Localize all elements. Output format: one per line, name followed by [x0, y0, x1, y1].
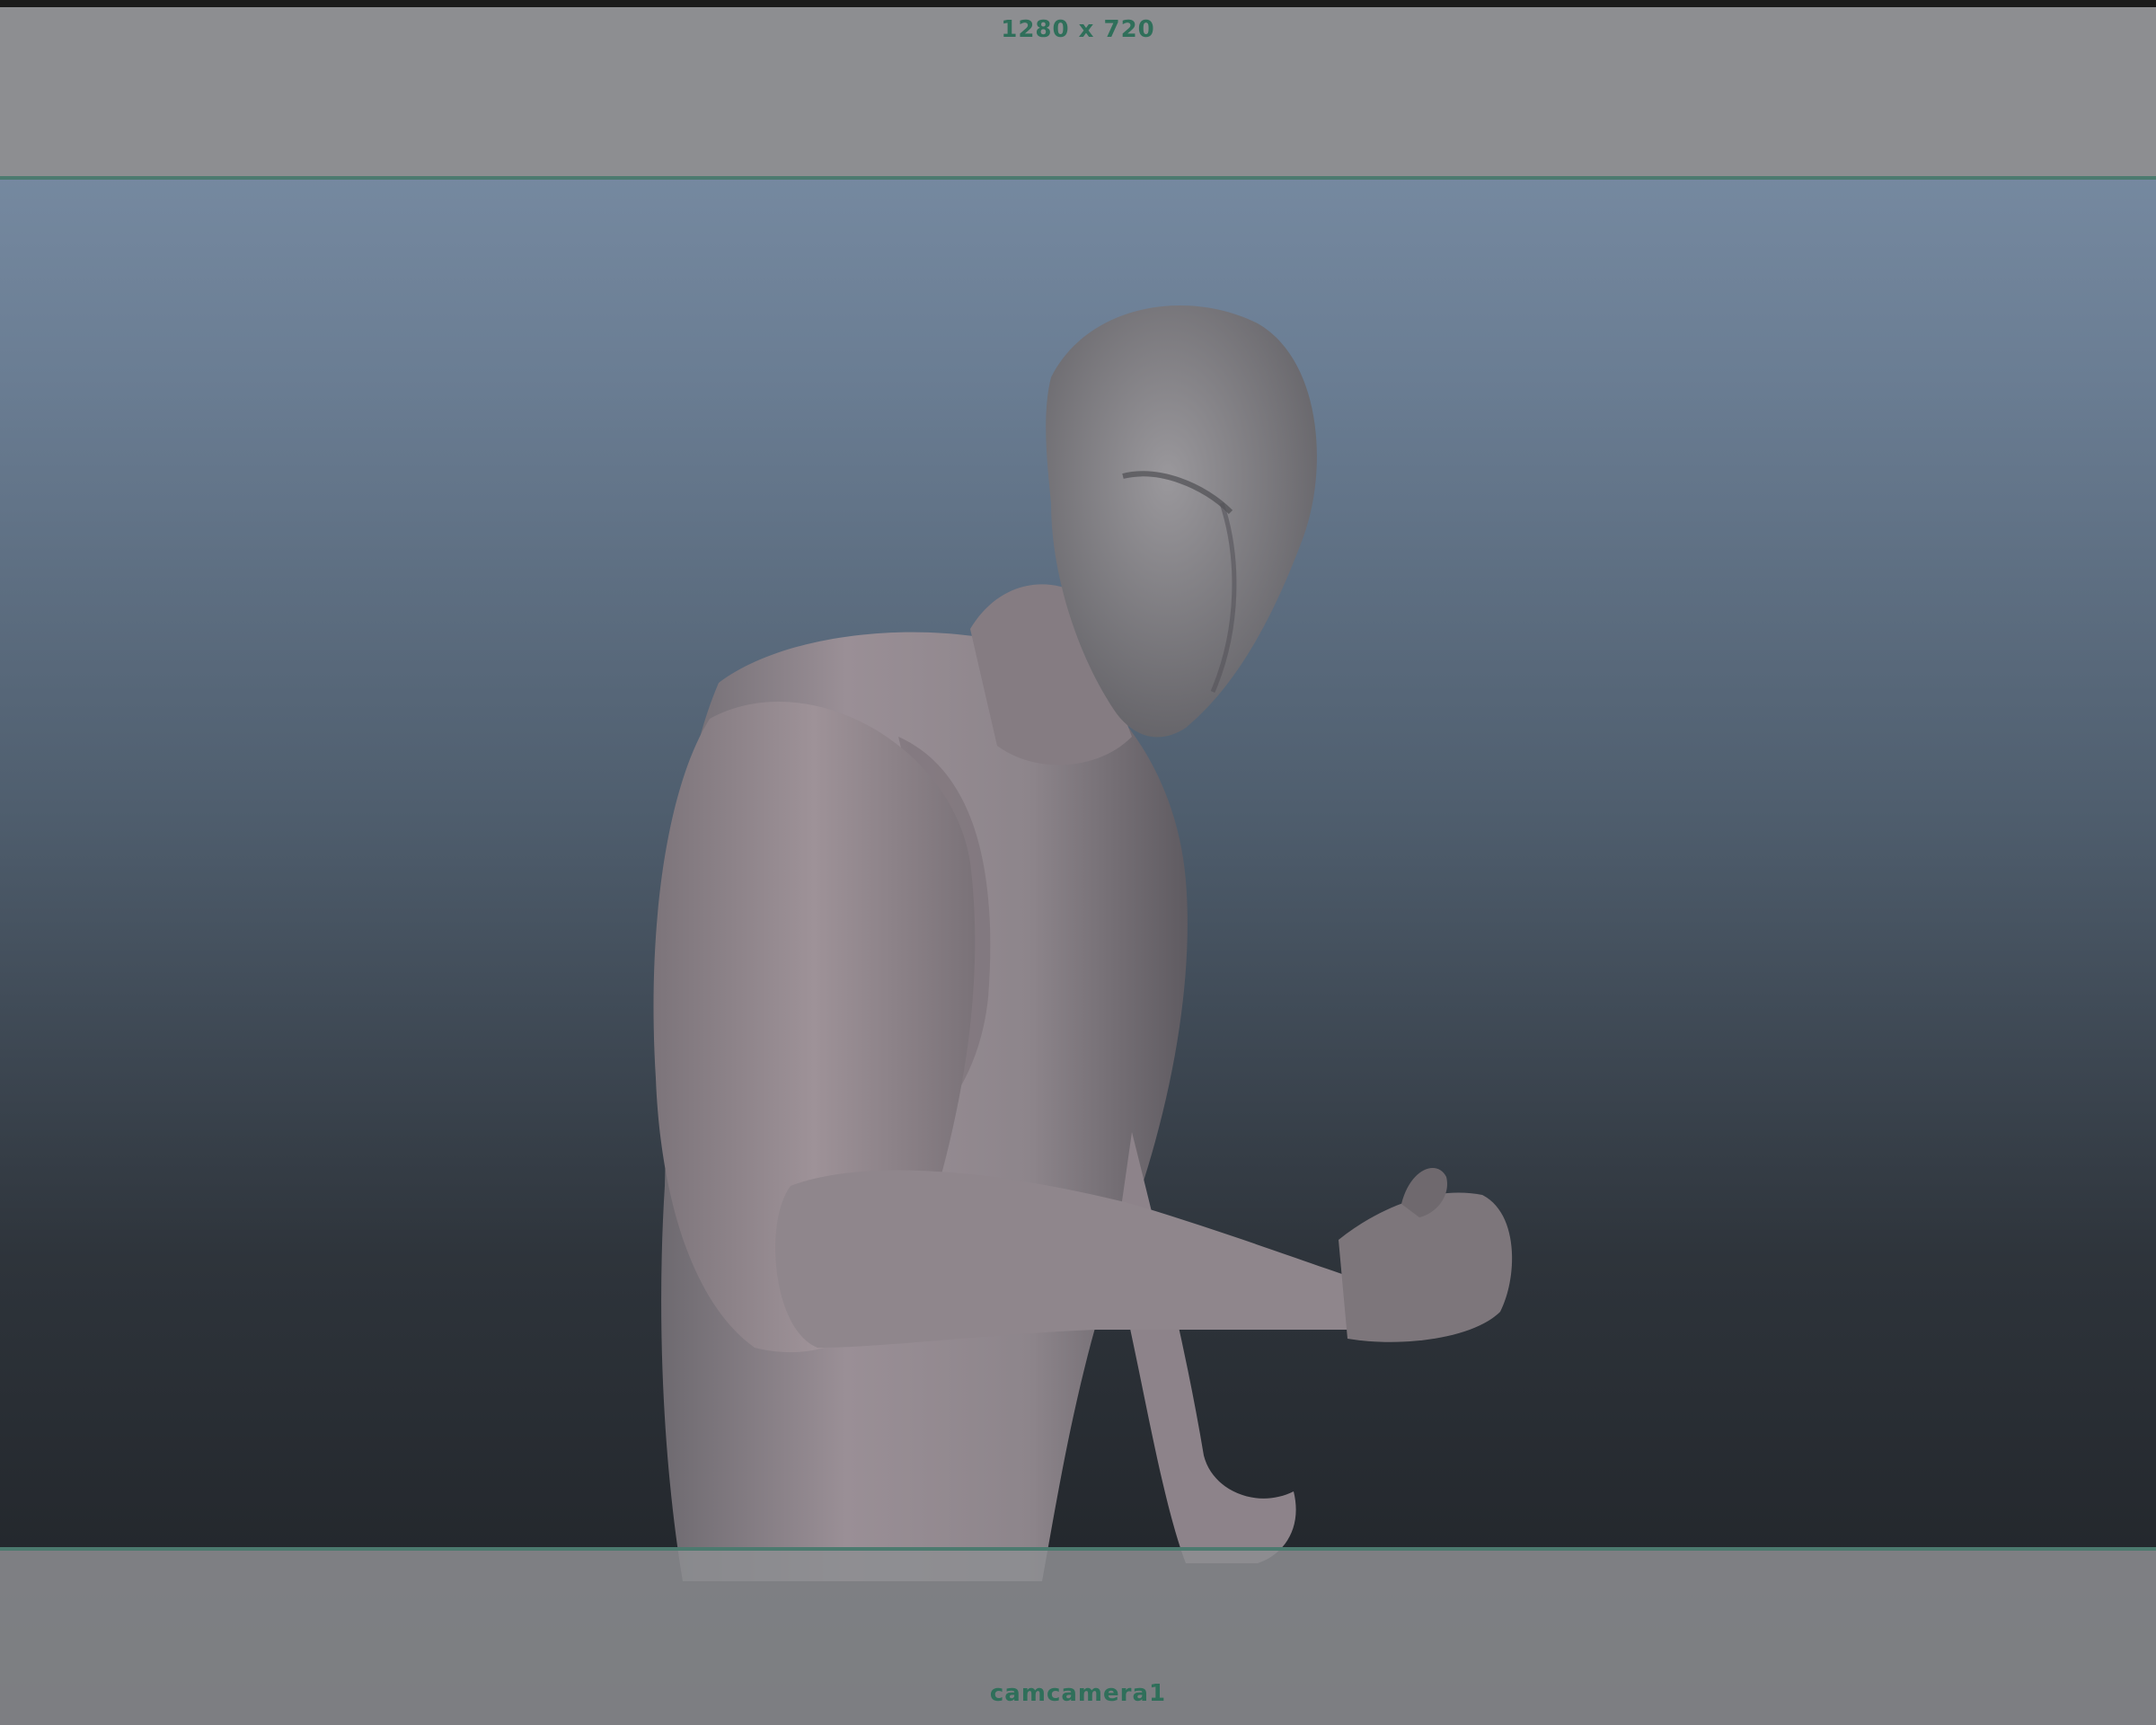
- forearm: [775, 1170, 1348, 1348]
- viewport-top-border: [0, 0, 2156, 7]
- rear-arm: [1114, 1132, 1296, 1563]
- camera-name-label: camcamera1: [989, 1680, 1167, 1707]
- 3d-viewport[interactable]: 1280 x 720 camcamera1: [0, 0, 2156, 1725]
- resolution-label: 1280 x 720: [1001, 16, 1155, 43]
- humanoid-model[interactable]: [0, 0, 2156, 1725]
